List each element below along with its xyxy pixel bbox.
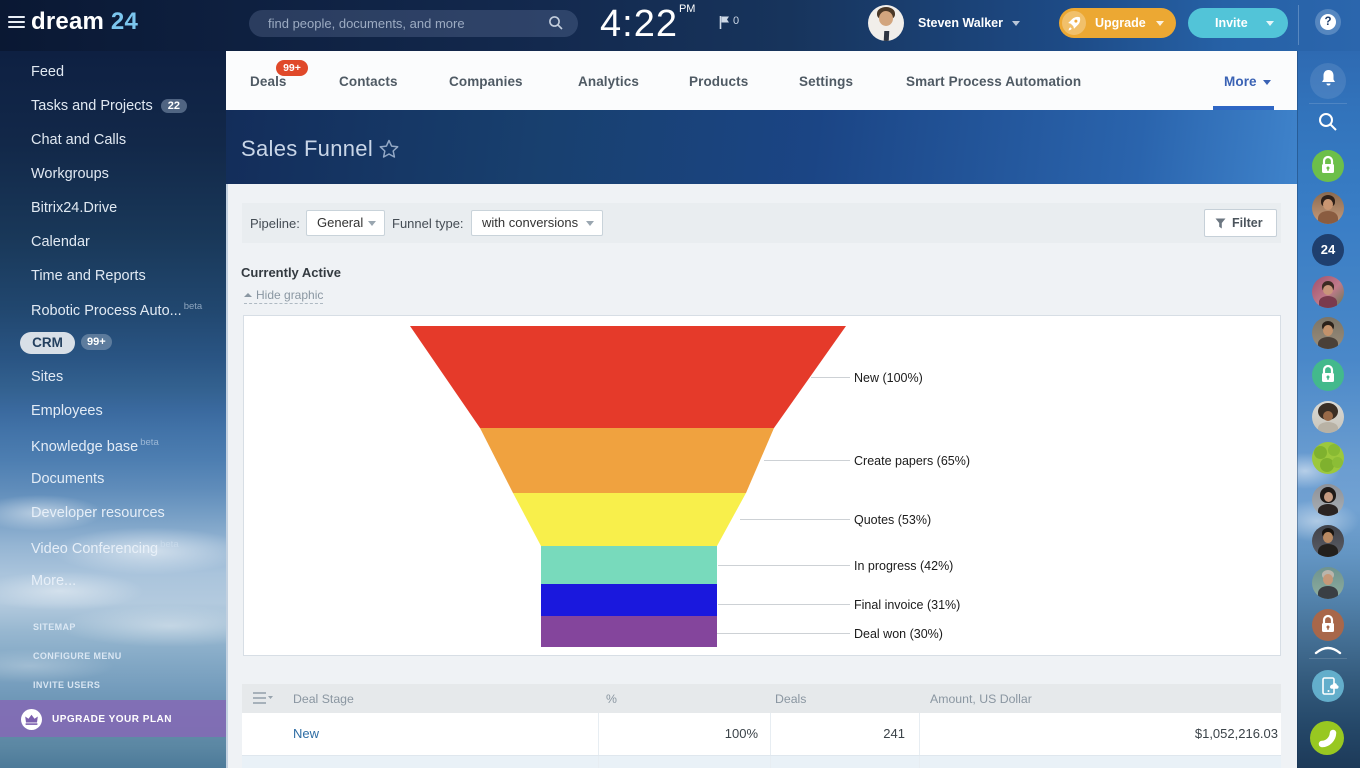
svg-text:Create papers (65%): Create papers (65%): [854, 454, 970, 468]
svg-text:New (100%): New (100%): [854, 371, 923, 385]
svg-text:Quotes (53%): Quotes (53%): [854, 513, 931, 527]
svg-text:In progress (42%): In progress (42%): [854, 559, 953, 573]
svg-text:Deal won (30%): Deal won (30%): [854, 627, 943, 641]
svg-text:Final invoice (31%): Final invoice (31%): [854, 598, 960, 612]
